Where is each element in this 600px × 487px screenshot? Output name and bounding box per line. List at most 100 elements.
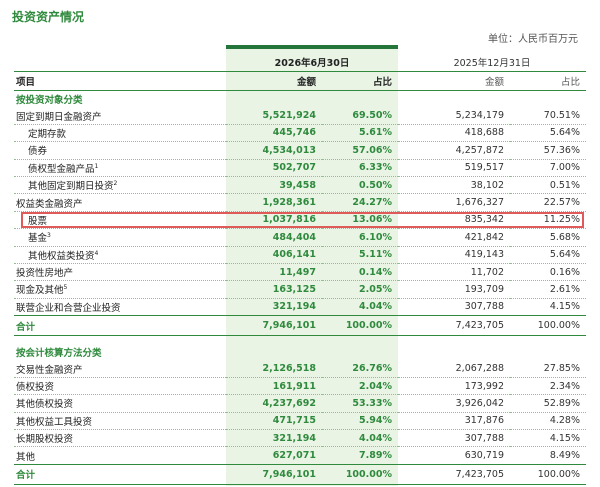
row-ratio: 53.33%	[352, 397, 392, 409]
item-header: 项目	[16, 77, 36, 88]
row-ratio-prev: 0.16%	[549, 266, 581, 278]
row-ratio-prev: 70.51%	[543, 110, 581, 122]
row-amount: 39,458	[279, 179, 316, 191]
page-title: 投资资产情况	[12, 10, 85, 24]
date-header-row: 2026年6月30日 2025年12月31日	[14, 53, 586, 72]
row-label-text: 定期存款	[28, 128, 67, 140]
table-row: 联营企业和合营企业投资 321,194 4.04% 307,788 4.15%	[14, 298, 587, 316]
row-amount: 11,497	[279, 266, 316, 278]
table-row: 债权投资 161,911 2.04% 173,992 2.34%	[14, 377, 587, 395]
previous-date-header: 2025年12月31日	[453, 58, 531, 69]
row-ratio-prev: 22.57%	[543, 197, 581, 209]
table-row: 固定到期日金融资产 5,521,924 69.50% 5,234,179 70.51%	[14, 107, 587, 125]
row-ratio: 7.89%	[359, 450, 392, 462]
row-label: 其他固定到期日投资2	[14, 176, 226, 193]
row-amount: 161,911	[272, 380, 316, 392]
table-row: 其他权益类投资4 406,141 5.11% 419,143 5.64%	[14, 246, 587, 264]
row-ratio: 2.05%	[359, 283, 392, 295]
row-ratio-prev: 2.34%	[549, 380, 581, 392]
row-label-text: 其他权益工具投资	[16, 416, 93, 428]
row-ratio-prev: 5.64%	[549, 249, 581, 261]
row-amount-prev: 4,257,872	[455, 144, 504, 156]
row-label: 定期存款	[14, 124, 226, 141]
row-label-text: 债权投资	[16, 382, 55, 394]
section-header: 按会计核算方法分类	[14, 344, 586, 360]
row-amount-prev: 193,709	[464, 283, 504, 295]
row-amount-prev: 419,143	[464, 249, 504, 261]
row-amount-prev: 307,788	[464, 432, 504, 444]
table-row: 基金3 484,404 6.10% 421,842 5.68%	[14, 229, 587, 247]
row-label: 长期股权投资	[14, 430, 226, 447]
table-row: 其他债权投资 4,237,692 53.33% 3,926,042 52.89%	[14, 395, 587, 413]
row-ratio: 5.61%	[359, 127, 392, 139]
row-amount: 4,237,692	[262, 397, 317, 409]
row-amount: 4,534,013	[262, 144, 317, 156]
row-ratio-prev: 57.36%	[543, 144, 581, 156]
row-label: 其他权益类投资4	[14, 246, 226, 263]
row-ratio: 0.50%	[359, 179, 392, 191]
footnote-marker: 1	[94, 162, 99, 170]
row-label: 基金3	[14, 229, 226, 246]
row-label: 现金及其他5	[14, 281, 226, 298]
row-ratio: 5.94%	[359, 415, 392, 427]
row-ratio-prev: 4.15%	[549, 301, 581, 313]
row-ratio-prev: 52.89%	[543, 397, 581, 409]
row-label-text: 债权型金融产品	[28, 163, 95, 175]
row-amount: 321,194	[272, 301, 316, 313]
row-label-text: 长期股权投资	[16, 434, 74, 446]
row-label-text: 交易性金融资产	[16, 364, 83, 376]
row-amount: 321,194	[272, 432, 316, 444]
row-ratio-prev: 0.51%	[549, 179, 581, 191]
unit-label: 单位：人民币百万元	[488, 34, 578, 45]
row-ratio-prev: 4.28%	[549, 415, 581, 427]
row-amount: 406,141	[272, 249, 316, 261]
highlight-box	[21, 212, 584, 228]
row-label-text: 现金及其他	[16, 285, 64, 297]
footnote-marker: 4	[94, 249, 99, 257]
row-amount-prev: 3,926,042	[455, 397, 504, 409]
row-amount: 163,125	[272, 283, 316, 295]
table-row: 定期存款 445,746 5.61% 418,688 5.64%	[14, 124, 587, 142]
row-amount-prev: 173,992	[464, 380, 504, 392]
row-ratio: 57.06%	[352, 144, 392, 156]
row-amount-prev: 38,102	[470, 179, 504, 191]
row-amount: 2,126,518	[262, 363, 317, 375]
row-amount: 445,746	[272, 127, 316, 139]
amount-header: 金额	[296, 77, 316, 88]
row-ratio: 6.10%	[359, 231, 392, 243]
row-label-text: 投资性房地产	[16, 268, 74, 280]
row-amount-prev: 317,876	[464, 415, 504, 427]
row-ratio-prev: 7.00%	[549, 162, 581, 174]
amount-prev-header: 金额	[484, 77, 504, 88]
row-label: 联营企业和合营企业投资	[14, 298, 226, 315]
row-label: 债权投资	[14, 377, 226, 394]
row-label-text: 其他	[16, 451, 36, 463]
row-label: 债券	[14, 142, 226, 159]
table-row: 债权型金融产品1 502,707 6.33% 519,517 7.00%	[14, 159, 587, 177]
row-label: 其他债权投资	[14, 395, 226, 412]
footnote-marker: 2	[113, 179, 118, 187]
investment-assets-table: 2026年6月30日 2025年12月31日 项目 金额 占比 金额 占比 按投…	[14, 53, 587, 485]
row-ratio-prev: 5.68%	[549, 231, 581, 243]
row-label: 固定到期日金融资产	[14, 107, 226, 124]
ratio-prev-header: 占比	[561, 77, 581, 88]
row-amount-prev: 2,067,288	[455, 363, 504, 375]
row-amount: 502,707	[272, 162, 316, 174]
row-ratio: 26.76%	[352, 363, 392, 375]
row-amount: 5,521,924	[262, 110, 317, 122]
row-amount: 627,071	[272, 450, 316, 462]
footnote-marker: 5	[63, 284, 68, 292]
row-amount: 471,715	[272, 415, 316, 427]
table-row: 投资性房地产 11,497 0.14% 11,702 0.16%	[14, 263, 587, 281]
row-ratio-prev: 2.61%	[549, 283, 581, 295]
footnote-marker: 3	[47, 232, 51, 240]
table-row: 权益类金融资产 1,928,361 24.27% 1,676,327 22.57%	[14, 194, 587, 212]
row-amount-prev: 630,719	[464, 450, 504, 462]
row-ratio: 69.50%	[352, 110, 392, 122]
table-row: 长期股权投资 321,194 4.04% 307,788 4.15%	[14, 430, 587, 447]
row-ratio: 24.27%	[352, 197, 392, 209]
section2-label: 按会计核算方法分类	[16, 348, 102, 360]
row-amount: 484,404	[272, 231, 316, 243]
column-header-row: 项目 金额 占比 金额 占比	[14, 71, 587, 91]
row-ratio-prev: 5.64%	[549, 127, 581, 139]
